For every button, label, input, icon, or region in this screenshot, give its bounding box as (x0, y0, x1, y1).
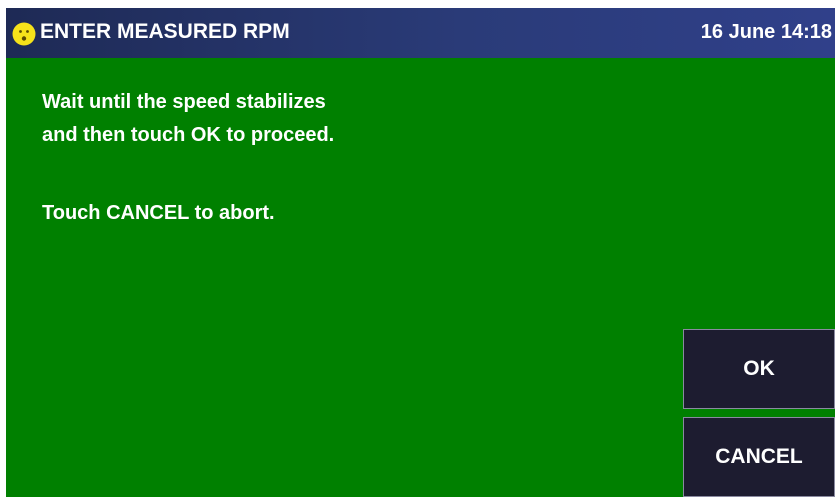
date-time: 16 June 14:18 (700, 21, 832, 43)
ok-button[interactable]: OK (683, 329, 835, 409)
instruction-line-2: and then touch OK to proceed. (42, 124, 335, 146)
cancel-button[interactable]: CANCEL (683, 417, 835, 497)
smiley-face-icon (12, 22, 36, 46)
screen: ENTER MEASURED RPM 16 June 14:18 Wait un… (0, 0, 835, 497)
page-title: ENTER MEASURED RPM (40, 20, 290, 43)
instruction-line-1: Wait until the speed stabilizes (42, 91, 326, 113)
title-bar: ENTER MEASURED RPM 16 June 14:18 (6, 8, 835, 58)
cancel-instruction: Touch CANCEL to abort. (42, 202, 275, 224)
main-panel: Wait until the speed stabilizes and then… (6, 58, 835, 497)
